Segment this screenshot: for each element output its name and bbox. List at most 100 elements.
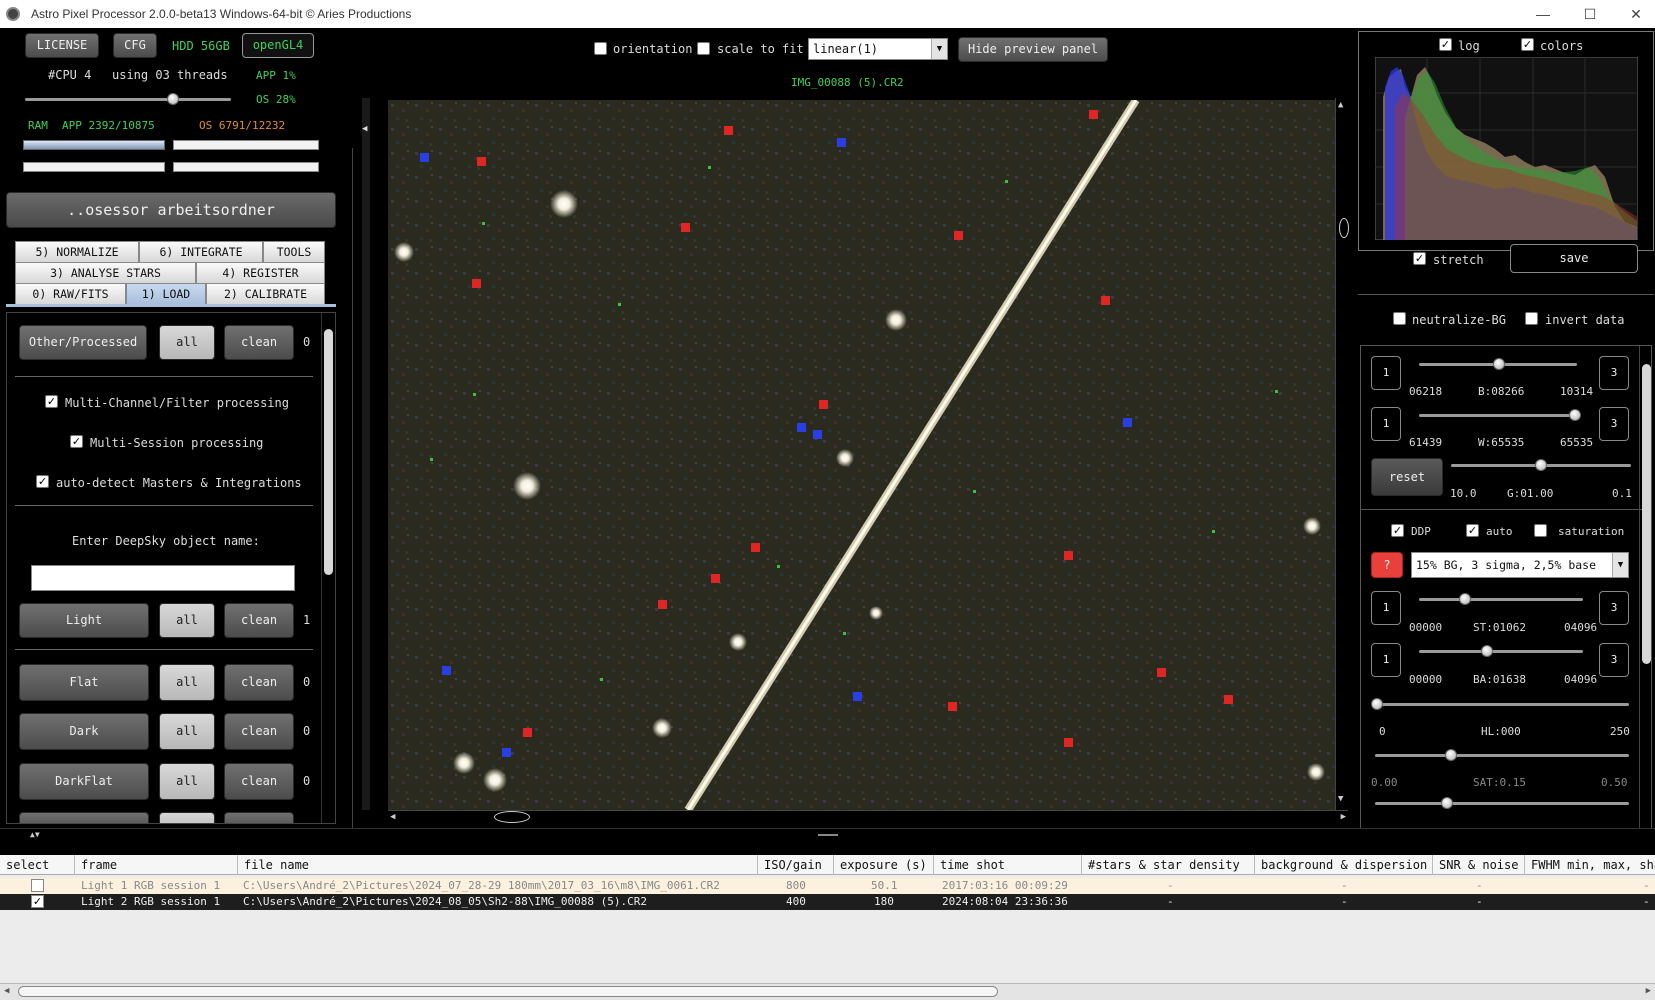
column-iso-gain[interactable]: ISO/gain	[758, 855, 834, 875]
preview-collapse-handle[interactable]: ◀	[362, 98, 370, 810]
preview-horizontal-scrollbar[interactable]: ◀ ▶	[388, 810, 1348, 824]
multi-session-checkbox[interactable]: ✓	[70, 435, 83, 448]
opengl-button[interactable]: openGL4	[242, 33, 314, 58]
sat-slider[interactable]	[1375, 754, 1629, 757]
working-directory-button[interactable]: ..osessor arbeitsordner	[6, 192, 336, 228]
column-exposure[interactable]: exposure (s)	[834, 855, 934, 875]
tab-calibrate[interactable]: 2) CALIBRATE	[206, 283, 325, 304]
st-slider-knob[interactable]	[1459, 593, 1471, 605]
right-panel-scrollbar[interactable]	[1639, 346, 1651, 830]
column-stars[interactable]: #stars & star density	[1082, 855, 1255, 875]
light-all-button[interactable]: all	[159, 603, 215, 638]
column-frame[interactable]: frame	[75, 855, 238, 875]
scrollbar-thumb[interactable]	[324, 329, 333, 575]
dark-clean-button[interactable]: clean	[224, 713, 294, 750]
auto-detect-checkbox[interactable]: ✓	[36, 475, 49, 488]
ddp-checkbox[interactable]: ✓	[1391, 524, 1404, 537]
neutralize-bg-checkbox[interactable]	[1393, 312, 1406, 325]
darkflat-clean-button[interactable]: clean	[224, 763, 294, 800]
chevron-up-icon[interactable]: ▲	[1338, 100, 1343, 110]
bias-button[interactable]	[19, 812, 149, 823]
scale-to-fit-checkbox[interactable]	[697, 42, 710, 55]
chevron-down-icon[interactable]: ▼	[931, 39, 947, 59]
st-slider[interactable]	[1419, 598, 1583, 601]
chevron-right-icon[interactable]: ▶	[1341, 812, 1346, 822]
b-step-3-button[interactable]: 3	[1599, 356, 1629, 390]
darkflat-all-button[interactable]: all	[159, 763, 215, 800]
ba-step-3-button[interactable]: 3	[1599, 643, 1629, 677]
saturation-checkbox[interactable]	[1534, 524, 1547, 537]
light-button[interactable]: Light	[19, 603, 149, 638]
column-select[interactable]: select	[0, 855, 75, 875]
bias-all-button[interactable]	[159, 812, 215, 823]
st-step-1-button[interactable]: 1	[1371, 591, 1401, 625]
tab-register[interactable]: 4) REGISTER	[196, 262, 325, 283]
save-button[interactable]: save	[1510, 244, 1638, 273]
stretch-mode-select[interactable]: linear(1) ▼	[808, 38, 948, 60]
row-select-checkbox[interactable]: ✓	[31, 895, 44, 908]
flat-clean-button[interactable]: clean	[224, 664, 294, 701]
st-step-3-button[interactable]: 3	[1599, 591, 1629, 625]
g-slider-knob[interactable]	[1535, 459, 1547, 471]
invert-data-checkbox[interactable]	[1525, 312, 1538, 325]
scrollbar-thumb[interactable]	[1339, 218, 1349, 238]
scrollbar-thumb[interactable]	[18, 986, 998, 997]
cfg-button[interactable]: CFG	[113, 33, 157, 58]
bias-clean-button[interactable]	[224, 812, 294, 823]
license-button[interactable]: LICENSE	[25, 33, 99, 58]
w-step-1-button[interactable]: 1	[1371, 407, 1401, 441]
preview-vertical-scrollbar[interactable]: ▲ ▼	[1335, 98, 1349, 810]
table-splitter[interactable]: ▲▼	[0, 828, 1655, 846]
grip-icon[interactable]	[818, 834, 838, 836]
table-row[interactable]: ✓ Light 2 RGB session 1 C:\Users\André_2…	[0, 894, 1655, 910]
help-button[interactable]: ?	[1371, 552, 1403, 578]
light-clean-button[interactable]: clean	[224, 603, 294, 638]
sat-slider-knob[interactable]	[1445, 749, 1457, 761]
tab-raw-fits[interactable]: 0) RAW/FITS	[15, 283, 126, 304]
tab-load[interactable]: 1) LOAD	[126, 283, 206, 304]
dark-button[interactable]: Dark	[19, 713, 149, 750]
threads-slider-knob[interactable]	[167, 93, 180, 105]
orientation-checkbox[interactable]	[594, 42, 607, 55]
expand-arrows-icon[interactable]: ▲▼	[30, 830, 40, 839]
scrollbar-thumb[interactable]	[1642, 364, 1651, 664]
minimize-icon[interactable]: —	[1533, 4, 1553, 24]
column-time-shot[interactable]: time shot	[934, 855, 1082, 875]
b-step-1-button[interactable]: 1	[1371, 356, 1401, 390]
tab-normalize[interactable]: 5) NORMALIZE	[15, 241, 139, 262]
extra-slider-knob[interactable]	[1441, 797, 1453, 809]
auto-checkbox[interactable]: ✓	[1466, 524, 1479, 537]
chevron-left-icon[interactable]: ◀	[4, 986, 9, 996]
threads-slider[interactable]	[25, 98, 231, 101]
ba-slider[interactable]	[1419, 650, 1583, 653]
scrollbar-thumb[interactable]	[494, 811, 530, 823]
other-clean-button[interactable]: clean	[224, 325, 294, 360]
w-slider[interactable]	[1419, 414, 1577, 417]
tab-analyse-stars[interactable]: 3) ANALYSE STARS	[15, 262, 196, 283]
table-horizontal-scrollbar[interactable]: ◀ ▶	[0, 983, 1655, 1000]
other-processed-button[interactable]: Other/Processed	[19, 325, 147, 360]
hl-slider-knob[interactable]	[1371, 698, 1383, 710]
column-background[interactable]: background & dispersion	[1255, 855, 1433, 875]
chevron-down-icon[interactable]: ▼	[1338, 794, 1343, 804]
maximize-icon[interactable]: ☐	[1580, 4, 1600, 24]
hl-slider[interactable]	[1375, 703, 1629, 706]
column-fwhm[interactable]: FWHM min, max, sha	[1525, 855, 1655, 875]
tab-tools[interactable]: TOOLS	[263, 241, 325, 262]
load-panel-scrollbar[interactable]	[321, 313, 335, 823]
other-all-button[interactable]: all	[159, 325, 215, 360]
preview-image[interactable]	[388, 100, 1335, 810]
ddp-preset-select[interactable]: 15% BG, 3 sigma, 2,5% base ▼	[1411, 552, 1629, 578]
table-row[interactable]: Light 1 RGB session 1 C:\Users\André_2\P…	[0, 878, 1655, 894]
w-step-3-button[interactable]: 3	[1599, 407, 1629, 441]
multi-channel-checkbox[interactable]: ✓	[45, 395, 58, 408]
ba-slider-knob[interactable]	[1481, 645, 1493, 657]
chevron-left-icon[interactable]: ◀	[390, 812, 395, 822]
column-file-name[interactable]: file name	[238, 855, 758, 875]
flat-button[interactable]: Flat	[19, 664, 149, 701]
extra-slider[interactable]	[1375, 802, 1629, 805]
close-icon[interactable]: ✕	[1626, 4, 1646, 24]
chevron-left-icon[interactable]: ◀	[362, 124, 367, 134]
log-checkbox[interactable]: ✓	[1439, 38, 1452, 51]
darkflat-button[interactable]: DarkFlat	[19, 763, 149, 800]
